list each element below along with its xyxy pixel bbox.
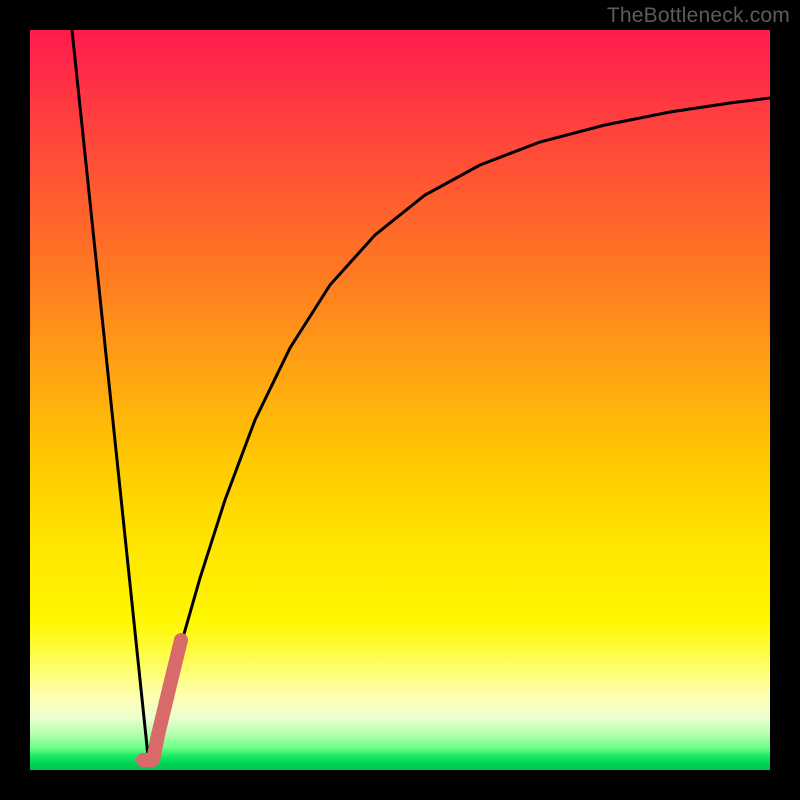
watermark-text: TheBottleneck.com: [607, 4, 790, 28]
chart-plot-area: [30, 30, 770, 770]
chart-curves-svg: [30, 30, 770, 770]
chart-frame: TheBottleneck.com: [0, 0, 800, 800]
curve-right-rise: [148, 98, 770, 756]
curve-left-descent: [72, 30, 148, 756]
curve-highlight-segment: [143, 640, 181, 760]
